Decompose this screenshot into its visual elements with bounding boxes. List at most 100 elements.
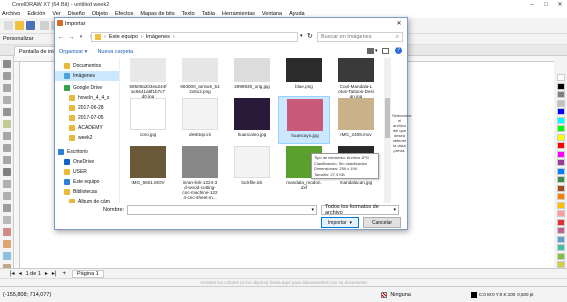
palette-swatch[interactable] [557,125,565,132]
artistic-media-icon[interactable] [3,120,11,128]
file-item[interactable]: 693000_arrows_51 2x512.png [174,58,226,96]
import-button[interactable]: Importar ▾ [321,217,359,228]
scroll-thumb[interactable] [385,98,390,138]
import-dropdown-icon[interactable]: ▾ [350,220,353,226]
filename-dropdown-icon[interactable]: ▾ [311,207,314,213]
prev-page-icon[interactable]: ◂ [19,270,22,277]
menu-item-2[interactable]: Ver [52,11,60,17]
help-icon[interactable]: ? [395,47,402,54]
palette-swatch[interactable] [557,108,565,115]
organize-button[interactable]: Organizar ▾ [59,49,87,55]
nav-item[interactable]: Google Drive [55,83,119,93]
close-window-icon[interactable]: ✕ [553,0,567,9]
file-item[interactable]: 69509a203ea244f ac6641a6f1b7c7 d0.jpg [122,58,174,99]
file-type-select[interactable]: Todos los formatos de archivo ▾ [321,204,399,216]
transparency-tool-icon[interactable] [3,216,11,224]
palette-swatch[interactable] [557,235,565,243]
maximize-icon[interactable]: □ [539,0,553,9]
menu-item-9[interactable]: Herramientas [222,11,255,17]
palette-swatch[interactable] [557,244,565,251]
palette-swatch[interactable] [557,116,565,124]
rectangle-tool-icon[interactable] [3,132,11,140]
page-tab[interactable]: Página 1 [72,269,104,278]
menu-item-11[interactable]: Ayuda [289,11,305,17]
ellipse-tool-icon[interactable] [3,144,11,152]
palette-swatch[interactable] [557,150,565,158]
nav-item[interactable]: OneDrive [55,157,119,167]
smart-fill-icon[interactable] [3,252,11,260]
pick-tool-icon[interactable] [3,60,11,68]
file-item[interactable]: coro.jpg [122,96,174,144]
palette-swatch[interactable] [557,142,565,149]
menu-item-5[interactable]: Efectos [115,11,133,17]
preview-pane-icon[interactable] [382,48,389,54]
nav-item[interactable]: Imágenes [55,71,119,81]
palette-swatch[interactable] [557,227,565,234]
palette-swatch[interactable] [557,74,565,81]
palette-swatch[interactable] [557,99,565,107]
palette-swatch[interactable] [557,133,565,141]
palette-swatch[interactable] [557,218,565,226]
recent-locations-icon[interactable]: ▾ [77,34,85,40]
palette-swatch[interactable] [557,210,565,217]
nav-item[interactable]: Documentos [55,61,119,71]
last-page-icon[interactable]: ▸| [52,270,57,277]
file-item[interactable]: blue.png [278,58,330,96]
preset-label[interactable]: Personalizar [3,36,34,42]
file-item[interactable]: IMG_6601.MOV [122,144,174,192]
file-item[interactable]: lockfile.lck [226,144,278,192]
nav-item[interactable]: 2017-07-05 [55,113,119,123]
file-item[interactable]: IMG_2408.mov [330,96,382,144]
search-icon[interactable]: ⌕ [396,34,399,41]
polygon-tool-icon[interactable] [3,156,11,164]
palette-swatch[interactable] [557,184,565,192]
file-item[interactable]: 2999930_orig.jpg [226,58,278,96]
view-dropdown-icon[interactable]: ▾ [375,48,378,54]
nav-item[interactable]: 2017-06-28 [55,103,119,113]
drop-shadow-icon[interactable] [3,204,11,212]
add-page-icon[interactable]: + [62,271,66,277]
refresh-icon[interactable]: ↻ [307,32,313,40]
nav-item[interactable]: Escritorio [55,147,119,157]
text-tool-icon[interactable] [3,168,11,176]
file-scrollbar[interactable] [384,58,391,203]
menu-item-4[interactable]: Objeto [92,11,108,17]
nav-item[interactable]: Álbum de cám [55,197,119,203]
search-input[interactable]: Buscar en Imágenes ⌕ [317,32,403,42]
nav-item[interactable]: ACADEMY [55,123,119,133]
palette-swatch[interactable] [557,167,565,175]
dialog-close-icon[interactable]: ✕ [394,19,404,28]
palette-swatch[interactable] [557,252,565,260]
file-item[interactable]: inran-link-1224-3 d-wood-cutting- cnc-ma… [174,144,226,200]
crop-tool-icon[interactable] [3,84,11,92]
cancel-button[interactable]: Cancelar [363,217,401,228]
new-folder-button[interactable]: Nueva carpeta [97,49,133,55]
minimize-icon[interactable]: – [525,0,539,9]
save-icon[interactable] [26,21,35,30]
nav-item[interactable]: Bibliotecas [55,187,119,197]
nav-item[interactable]: USER [55,167,119,177]
palette-swatch[interactable] [557,193,565,200]
palette-swatch[interactable] [557,201,565,209]
file-item[interactable]: desktop.ini [174,96,226,144]
breadcrumb-pictures[interactable]: Imágenes [146,34,170,40]
breadcrumb-this-pc[interactable]: Este equipo [109,34,138,40]
eyedropper-tool-icon[interactable] [3,228,11,236]
open-icon[interactable] [15,21,24,30]
file-item[interactable]: huancayo.jpg [278,96,330,144]
palette-swatch[interactable] [557,82,565,90]
menu-item-8[interactable]: Tabla [202,11,215,17]
address-dropdown-icon[interactable]: ▾ [300,33,303,39]
nav-item[interactable]: Este equipo [55,177,119,187]
menu-item-6[interactable]: Mapas de bits [140,11,174,17]
palette-swatch[interactable] [557,91,565,98]
parallel-dimension-icon[interactable] [3,180,11,188]
file-type-dropdown-icon[interactable]: ▾ [393,207,396,213]
menu-item-7[interactable]: Texto [182,11,195,17]
undo-icon[interactable] [40,21,49,30]
connector-tool-icon[interactable] [3,192,11,200]
zoom-tool-icon[interactable] [3,96,11,104]
address-bar[interactable]: › Este equipo › Imágenes › [91,32,298,42]
palette-swatch[interactable] [557,159,565,166]
shape-tool-icon[interactable] [3,72,11,80]
